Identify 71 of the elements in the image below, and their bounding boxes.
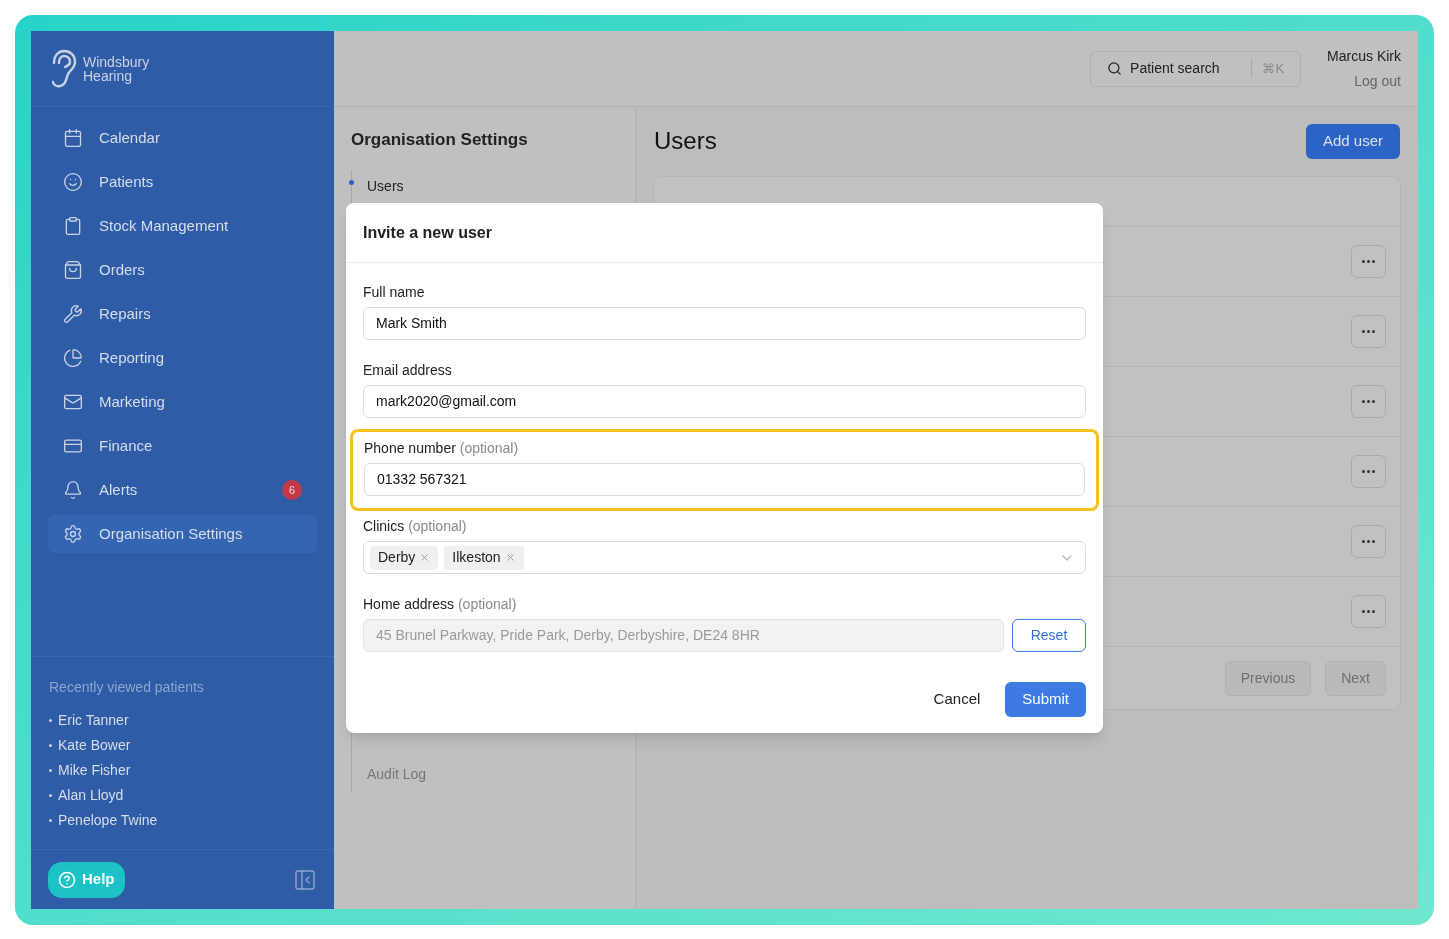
remove-icon[interactable]: [419, 552, 431, 563]
bell-icon: [63, 480, 83, 500]
panel-title: Organisation Settings: [351, 129, 529, 151]
bullet-icon: [49, 769, 52, 772]
settings-icon: [63, 524, 83, 544]
clipboard-icon: [63, 216, 83, 236]
nav-item[interactable]: Patients: [48, 163, 317, 201]
help-icon: [58, 870, 76, 889]
nav-item[interactable]: Calendar: [48, 119, 317, 157]
nav-item[interactable]: Orders: [48, 251, 317, 289]
clinic-chip[interactable]: Ilkeston: [444, 545, 524, 570]
calendar-icon: [63, 128, 83, 148]
more-button[interactable]: [1351, 385, 1386, 418]
logo-text: Windsbury Hearing: [83, 54, 150, 83]
page-title: Users: [654, 126, 717, 156]
count-badge: 6: [282, 480, 302, 500]
patient-link[interactable]: Mike Fisher: [58, 760, 131, 781]
remove-icon[interactable]: [504, 552, 516, 563]
nav-item[interactable]: Stock Management: [48, 207, 317, 245]
nav-item[interactable]: Alerts 6: [48, 471, 317, 509]
more-icon: [1362, 540, 1375, 543]
field-label: Phone number (optional): [364, 440, 520, 457]
bullet-icon: [49, 794, 52, 797]
input-field[interactable]: mark2020@gmail.com: [363, 385, 1086, 418]
wrench-icon: [63, 304, 83, 324]
select-field[interactable]: Derby Ilkeston: [363, 541, 1086, 574]
nav-item[interactable]: Finance: [48, 427, 317, 465]
user-name: Marcus Kirk: [1327, 46, 1401, 66]
input-field[interactable]: Mark Smith: [363, 307, 1086, 340]
bullet-icon: [49, 744, 52, 747]
field-label: Full name: [363, 284, 426, 301]
logout-link[interactable]: Log out: [1354, 70, 1401, 92]
more-icon: [1362, 330, 1375, 333]
more-button[interactable]: [1351, 455, 1386, 488]
more-icon: [1362, 610, 1375, 613]
patient-link[interactable]: Alan Lloyd: [58, 785, 124, 806]
more-icon: [1362, 470, 1375, 473]
nav-item[interactable]: Repairs: [48, 295, 317, 333]
clinic-chip[interactable]: Derby: [370, 545, 439, 570]
dialog-title: Invite a new user: [363, 222, 492, 243]
bag-icon: [63, 260, 83, 280]
more-button[interactable]: [1351, 525, 1386, 558]
field-label: Home address (optional): [363, 596, 518, 613]
more-icon: [1362, 260, 1375, 263]
nav-item[interactable]: Reporting: [48, 339, 317, 377]
settings-nav-item[interactable]: Users: [352, 169, 618, 204]
field-label: Clinics (optional): [363, 518, 468, 535]
nav-item[interactable]: Marketing: [48, 383, 317, 421]
more-button[interactable]: [1351, 315, 1386, 348]
cancel-button[interactable]: Cancel: [933, 688, 981, 711]
section-title: Recently viewed patients: [49, 678, 205, 697]
bullet-icon: [49, 819, 52, 822]
more-button[interactable]: [1351, 245, 1386, 278]
input-field[interactable]: 01332 567321: [364, 463, 1085, 496]
submit-button[interactable]: Submit: [1005, 682, 1086, 717]
settings-nav-item[interactable]: Audit Log: [352, 757, 618, 792]
more-icon: [1362, 400, 1375, 403]
patient-link[interactable]: Kate Bower: [58, 735, 131, 756]
collapse-sidebar-icon[interactable]: [293, 867, 317, 892]
bullet-icon: [49, 719, 52, 722]
more-button[interactable]: [1351, 595, 1386, 628]
nav-item[interactable]: Organisation Settings: [48, 515, 317, 553]
field-label: Email address: [363, 362, 453, 379]
add-user-button[interactable]: Add user: [1305, 123, 1400, 159]
envelope-icon: [63, 392, 83, 412]
patient-link[interactable]: Eric Tanner: [58, 710, 129, 731]
search-icon: [1107, 61, 1123, 76]
patient-link[interactable]: Penelope Twine: [58, 810, 158, 831]
smiley-icon: [63, 172, 83, 192]
ear-logo-icon: [49, 48, 77, 89]
pie-chart-icon: [63, 348, 83, 368]
